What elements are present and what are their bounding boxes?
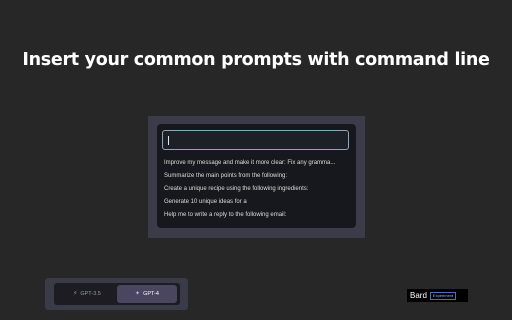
model-switch-track: ⚡︎ GPT-3.5 ✦ GPT-4	[54, 283, 180, 305]
bard-badge: Bard Experiment	[407, 289, 468, 302]
lightning-icon: ⚡︎	[73, 291, 78, 297]
gpt-4-tab[interactable]: ✦ GPT-4	[117, 285, 177, 303]
gpt-3-5-tab[interactable]: ⚡︎ GPT-3.5	[57, 285, 117, 303]
bard-name: Bard	[410, 290, 427, 300]
experiment-tag: Experiment	[429, 291, 457, 300]
prompt-item-improve-message[interactable]: Improve my message and make it more clea…	[164, 157, 352, 170]
prompt-item-recipe[interactable]: Create a unique recipe using the followi…	[164, 183, 352, 196]
prompt-item-ideas[interactable]: Generate 10 unique ideas for a	[164, 196, 352, 209]
text-cursor	[168, 136, 169, 145]
prompt-item-email-reply[interactable]: Help me to write a reply to the followin…	[164, 209, 352, 222]
gpt-4-label: GPT-4	[143, 291, 159, 297]
model-switch: ⚡︎ GPT-3.5 ✦ GPT-4	[45, 278, 188, 310]
gpt-3-5-label: GPT-3.5	[80, 291, 101, 297]
command-palette: Improve my message and make it more clea…	[157, 124, 356, 228]
sparkle-icon: ✦	[135, 291, 141, 297]
prompt-item-summarize[interactable]: Summarize the main points from the follo…	[164, 170, 352, 183]
headline: Insert your common prompts with command …	[22, 50, 490, 70]
command-input[interactable]	[162, 130, 349, 150]
prompt-list: Improve my message and make it more clea…	[164, 157, 352, 222]
